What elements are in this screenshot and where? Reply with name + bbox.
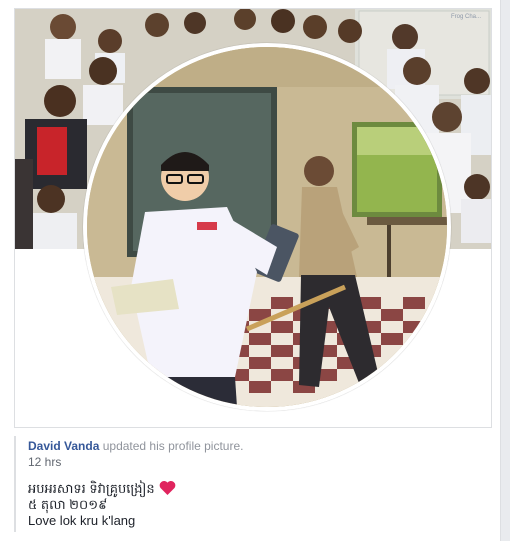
author-name-link[interactable]: David Vanda [28, 439, 99, 453]
caption-khmer-text: អបអរសាទរ ទិវាគ្រូបង្រៀន [28, 481, 155, 496]
caption-line-3: Love lok kru k'lang [28, 513, 136, 528]
red-heart-icon [159, 480, 176, 495]
post-meta: David Vanda updated his profile picture.… [14, 436, 492, 532]
profile-picture-circle[interactable] [83, 43, 451, 411]
profile-picture-image [87, 47, 447, 407]
post-card: Frog Cha... David Vanda updated his prof… [0, 0, 501, 541]
caption-line-2: ៥ តុលា ២០១៩ [28, 497, 108, 512]
caption-line-1: អបអរសាទរ ទិវាគ្រូបង្រៀន [28, 480, 176, 497]
post-header: David Vanda updated his profile picture. [28, 439, 243, 453]
post-caption: អបអរសាទរ ទិវាគ្រូបង្រៀន ៥ តុលា ២០១៩ Love… [28, 480, 176, 529]
post-timestamp[interactable]: 12 hrs [28, 455, 61, 469]
post-action-text: updated his profile picture. [102, 439, 244, 453]
profile-picture-post-photo[interactable]: Frog Cha... [14, 8, 492, 428]
